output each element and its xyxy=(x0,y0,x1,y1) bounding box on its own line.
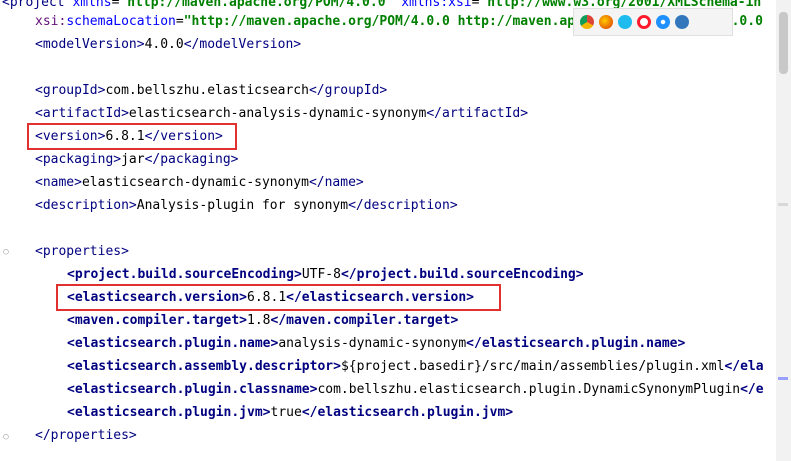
tag-close: </e xyxy=(740,382,764,397)
tag-close: </project.build.sourceEncoding> xyxy=(340,267,584,282)
tag-close: </name> xyxy=(308,175,364,190)
tag-close: </elasticsearch.plugin.name> xyxy=(466,336,686,351)
opera-icon[interactable] xyxy=(637,15,651,29)
code-line-compiler-target[interactable]: <maven.compiler.target>1.8</maven.compil… xyxy=(67,310,458,332)
scrollbar-thumb[interactable] xyxy=(779,12,788,74)
tag-open: <modelVersion> xyxy=(35,37,145,52)
tag-open: <elasticsearch.assembly.descriptor> xyxy=(67,359,341,374)
tag-value: Analysis-plugin for synonym xyxy=(136,198,349,213)
tag-close: </elasticsearch.plugin.jvm> xyxy=(301,405,514,420)
code-line-plugin-name[interactable]: <elasticsearch.plugin.name>analysis-dyna… xyxy=(67,333,685,355)
tag-open: <groupId> xyxy=(35,83,106,98)
tag-open: <project.build.sourceEncoding> xyxy=(67,267,302,282)
attribute-name: xmlns:xsi xyxy=(401,0,472,10)
tag-open: <artifactId> xyxy=(35,106,129,121)
code-line-properties-close[interactable]: </properties> xyxy=(35,425,137,447)
edge-icon[interactable] xyxy=(675,15,689,29)
fold-marker-icon[interactable]: ○ xyxy=(2,248,10,257)
tag-value: 4.0.0 xyxy=(144,37,184,52)
tag-close: </groupId> xyxy=(308,83,388,98)
tag-value: elasticsearch-analysis-dynamic-synonym xyxy=(128,106,427,121)
tag-close: </properties> xyxy=(35,428,137,443)
browser-preview-bar xyxy=(573,8,733,36)
tag-value: 1.8 xyxy=(247,313,271,328)
tag-close: </description> xyxy=(348,198,458,213)
code-line-model-version[interactable]: <modelVersion>4.0.0</modelVersion> xyxy=(35,34,301,56)
tag-open: <elasticsearch.plugin.classname> xyxy=(67,382,318,397)
code-line-name[interactable]: <name>elasticsearch-dynamic-synonym</nam… xyxy=(35,172,364,194)
code-line-packaging[interactable]: <packaging>jar</packaging> xyxy=(35,149,239,171)
tag-value: elasticsearch-dynamic-synonym xyxy=(81,175,309,190)
tag-value: jar xyxy=(121,152,145,167)
tag-close: </maven.compiler.target> xyxy=(270,313,459,328)
error-stripe-marker[interactable] xyxy=(778,203,788,206)
code-line-properties-open[interactable]: <properties> xyxy=(35,241,129,263)
tag-value: ${project.basedir}/src/main/assemblies/p… xyxy=(340,359,725,374)
equals: = xyxy=(175,14,184,29)
code-line-source-encoding[interactable]: <project.build.sourceEncoding>UTF-8</pro… xyxy=(67,264,584,286)
code-line-assembly-descriptor[interactable]: <elasticsearch.assembly.descriptor>${pro… xyxy=(67,356,764,378)
tag-close: </artifactId> xyxy=(426,106,529,121)
tag-value: com.bellszhu.elasticsearch.plugin.Dynami… xyxy=(317,382,741,397)
error-stripe-marker[interactable] xyxy=(778,377,788,380)
fold-marker-icon[interactable]: ○ xyxy=(2,433,10,442)
tag-value: analysis-dynamic-synonym xyxy=(278,336,467,351)
tag-open: <project xyxy=(2,0,73,10)
tag-close: </packaging> xyxy=(144,152,239,167)
code-editor[interactable]: <project xmlns = "http://maven.apache.org/… xyxy=(0,0,791,461)
tag-open: <elasticsearch.plugin.name> xyxy=(67,336,279,351)
tag-open: <name> xyxy=(35,175,82,190)
fold-gutter xyxy=(0,0,10,461)
tag-close: </modelVersion> xyxy=(183,37,302,52)
tag-value: UTF-8 xyxy=(301,267,341,282)
tag-open: <elasticsearch.plugin.jvm> xyxy=(67,405,271,420)
tag-value: com.bellszhu.elasticsearch xyxy=(105,83,309,98)
safari-icon[interactable] xyxy=(656,15,670,29)
namespace-prefix: xsi: xyxy=(35,14,67,29)
code-line-group-id[interactable]: <groupId>com.bellszhu.elasticsearch</gro… xyxy=(35,80,387,102)
tag-open: <properties> xyxy=(35,244,129,259)
chrome-icon[interactable] xyxy=(580,15,594,29)
tag-open: <maven.compiler.target> xyxy=(67,313,248,328)
code-line-plugin-classname[interactable]: <elasticsearch.plugin.classname>com.bell… xyxy=(67,379,764,401)
tag-open: <packaging> xyxy=(35,152,122,167)
attribute-name: schemaLocation xyxy=(66,14,176,29)
attribute-name: xmlns xyxy=(72,0,112,10)
code-line-artifact-id[interactable]: <artifactId>elasticsearch-analysis-dynam… xyxy=(35,103,528,125)
version-highlight-box xyxy=(27,123,237,150)
elasticsearch-version-highlight-box xyxy=(56,284,501,311)
attribute-value: "http://maven.apache.org/POM/4.0.0" xyxy=(119,0,394,10)
ie-icon[interactable] xyxy=(618,15,632,29)
code-line-description[interactable]: <description>Analysis-plugin for synonym… xyxy=(35,195,458,217)
tag-open: <description> xyxy=(35,198,137,213)
code-line-plugin-jvm[interactable]: <elasticsearch.plugin.jvm>true</elastics… xyxy=(67,402,513,424)
tag-close: </ela xyxy=(724,359,764,374)
tag-value: true xyxy=(270,405,302,420)
firefox-icon[interactable] xyxy=(599,15,613,29)
